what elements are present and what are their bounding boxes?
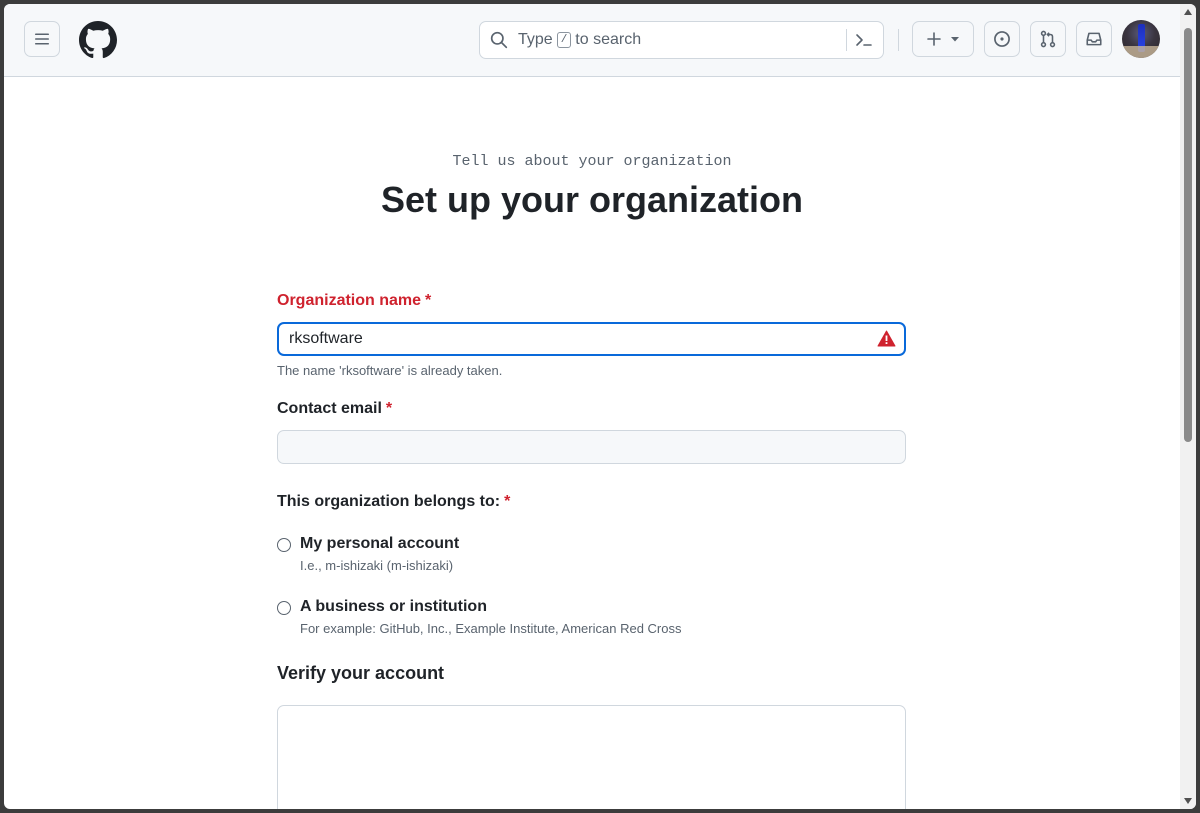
- search-placeholder-suffix: to search: [575, 31, 642, 48]
- org-name-field[interactable]: rksoftware: [277, 322, 906, 356]
- header-divider: [898, 29, 899, 51]
- page-subtitle: Tell us about your organization: [452, 153, 732, 170]
- github-logo-icon[interactable]: [79, 21, 117, 59]
- pull-requests-button[interactable]: [1030, 21, 1066, 57]
- verify-account-heading: Verify your account: [277, 663, 445, 683]
- contact-email-label-text: Contact email: [277, 400, 382, 417]
- menu-button[interactable]: [24, 21, 60, 57]
- search-shortcut-key: /: [556, 32, 572, 48]
- radio-button[interactable]: [277, 601, 291, 615]
- radio-label[interactable]: A business or institution: [300, 598, 487, 616]
- vertical-scrollbar[interactable]: [1180, 4, 1196, 809]
- belongs-to-label-text: This organization belongs to:: [277, 493, 501, 510]
- contact-email-field[interactable]: [277, 430, 906, 464]
- required-mark: *: [385, 400, 393, 417]
- org-name-error: The name 'rksoftware' is already taken.: [277, 363, 503, 378]
- scroll-up-icon[interactable]: [1184, 8, 1192, 16]
- browser-window: Type / to search Tell us about your orga…: [4, 4, 1196, 809]
- search-placeholder: Type / to search: [518, 31, 641, 49]
- inbox-icon: [1086, 32, 1102, 46]
- user-avatar[interactable]: [1122, 20, 1160, 58]
- chevron-down-icon: [951, 37, 959, 42]
- scrollbar-thumb[interactable]: [1184, 28, 1192, 442]
- plus-icon: [927, 32, 941, 46]
- org-name-value: rksoftware: [289, 330, 363, 347]
- radio-note: For example: GitHub, Inc., Example Insti…: [300, 621, 682, 636]
- menu-icon: [35, 33, 49, 45]
- inbox-button[interactable]: [1076, 21, 1112, 57]
- issues-icon: [994, 31, 1010, 47]
- contact-email-label: Contact email *: [277, 400, 392, 418]
- alert-icon: [877, 330, 896, 347]
- search-icon: [490, 31, 508, 49]
- radio-button[interactable]: [277, 538, 291, 552]
- search-divider: [846, 29, 847, 51]
- radio-label[interactable]: My personal account: [300, 535, 459, 553]
- belongs-to-label: This organization belongs to: *: [277, 493, 510, 511]
- search-placeholder-prefix: Type: [518, 31, 553, 48]
- required-mark: *: [425, 292, 432, 309]
- required-mark: *: [504, 493, 511, 510]
- pull-request-icon: [1040, 30, 1056, 48]
- page-title: Set up your organization: [380, 179, 803, 220]
- org-name-label-text: Organization name: [277, 292, 422, 309]
- org-name-label: Organization name *: [277, 292, 431, 310]
- radio-note: I.e., m-ishizaki (m-ishizaki): [300, 558, 454, 573]
- command-palette-icon[interactable]: [855, 32, 873, 48]
- verification-panel[interactable]: [277, 705, 906, 809]
- search-input[interactable]: Type / to search: [479, 21, 884, 59]
- issues-button[interactable]: [984, 21, 1020, 57]
- create-new-button[interactable]: [912, 21, 974, 57]
- scroll-down-icon[interactable]: [1184, 797, 1192, 805]
- top-header: Type / to search: [4, 4, 1180, 77]
